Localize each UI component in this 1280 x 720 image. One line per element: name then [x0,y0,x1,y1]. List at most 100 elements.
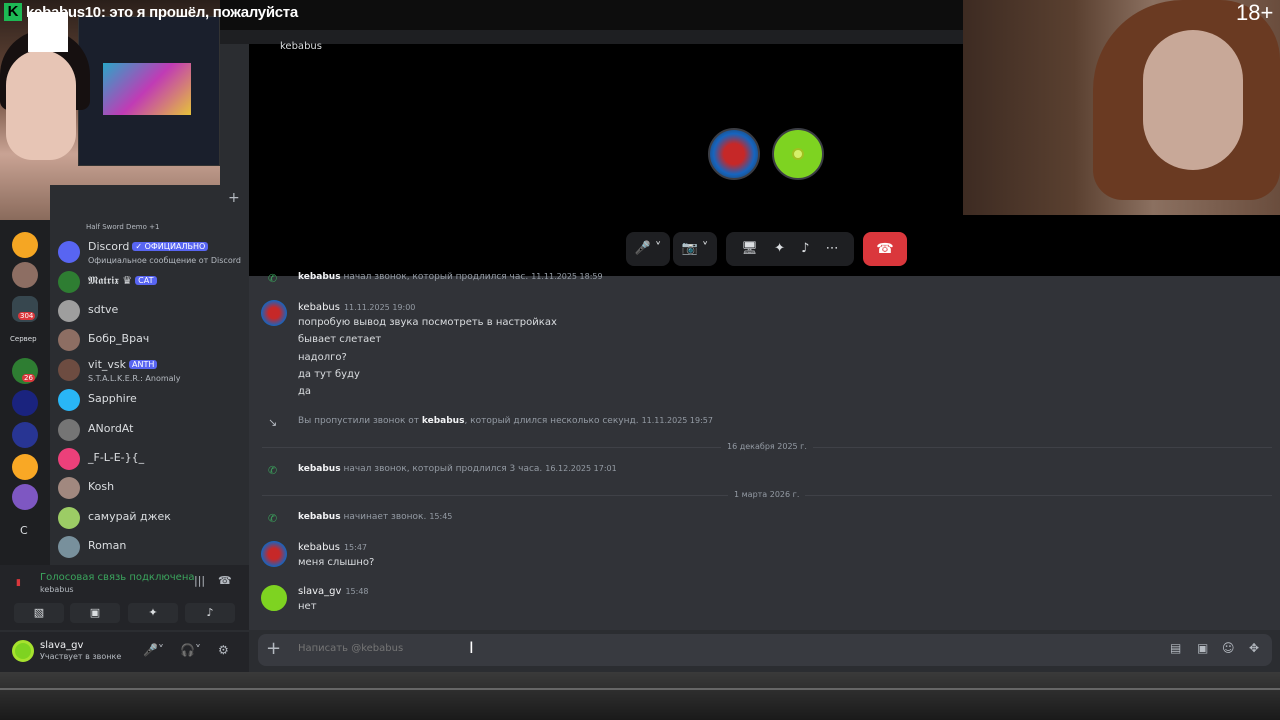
user-status: Участвует в звонке [40,652,122,661]
camera-off-icon: 📷 [681,241,698,256]
noise-suppression-icon[interactable]: ||| [194,574,205,587]
dm-name: Sapphire [88,392,137,405]
sticker-icon[interactable]: ▣ [1197,641,1208,655]
dm-item[interactable]: Kosh [58,475,248,503]
camera-button[interactable]: ▧ [14,603,64,623]
disconnect-icon[interactable]: ☎ [218,574,232,587]
app-title-bar [220,30,963,44]
dm-name: самурай джек [88,510,171,523]
message-avatar[interactable] [261,585,287,611]
chat-area [249,276,1280,630]
participant-avatar-kebabus[interactable] [708,128,760,180]
call-stage [249,44,963,276]
server-folder-label[interactable]: Сервер [10,335,37,343]
hangup-button[interactable]: ☎ [863,232,907,266]
dm-avatar [58,359,80,381]
message-author[interactable]: kebabus 11.11.2025 19:00 [298,302,415,313]
soundboard-icon[interactable]: ♪ [801,241,809,256]
user-name[interactable]: slava_gv [40,640,83,651]
server-letter-icon[interactable]: C [20,524,28,537]
message-line: да тут буду [298,369,360,380]
create-dm-button[interactable]: + [228,190,240,206]
dm-name: Discord ✓ ОФИЦИАЛЬНО [88,240,209,253]
headphones-icon[interactable]: 🎧˅ [180,643,201,657]
activities-button[interactable]: ✦ [128,603,178,623]
gift-icon[interactable]: ▤ [1170,641,1181,655]
server-icon[interactable] [12,454,38,480]
donation-alert-text: kebabus10: это я прошёл, пожалуйста [26,4,298,21]
mute-icon[interactable]: 🎤˅ [143,643,164,657]
message-author[interactable]: slava_gv 15:48 [298,586,369,597]
dm-avatar [58,507,80,529]
dm-item[interactable]: _F-L-E-}{_ [58,446,248,474]
call-icon: ✆ [268,512,278,525]
dm-item[interactable]: самурай джек [58,505,248,533]
voice-status[interactable]: Голосовая связь подключена [40,572,195,583]
dm-name: Roman [88,539,126,552]
dm-item[interactable]: ANordAt [58,417,248,445]
dm-avatar [58,329,80,351]
dm-avatar [58,389,80,411]
participant-avatar-slava[interactable] [772,128,824,180]
dm-avatar [58,448,80,470]
taskbar-divider [0,688,1280,690]
dm-subtitle: S.T.A.L.K.E.R.: Anomaly [88,374,181,383]
dm-name-text: 𝕸𝖆𝖙𝖗𝖎𝖝 ♛ [88,274,133,287]
dm-tag-badge: ANTH [129,360,158,369]
call-icon: ✆ [268,464,278,477]
dm-avatar [58,477,80,499]
dm-item[interactable]: Roman [58,534,248,562]
os-taskbar [0,672,1280,720]
server-badge: 26 [22,374,35,382]
k-logo-icon: K [4,3,22,21]
system-message: kebabus начал звонок, который продлился … [298,272,603,282]
camera-toggle-button[interactable]: 📷 ˅ [673,232,717,266]
screen-share-icon[interactable]: 🖥 [741,241,758,256]
dm-subtitle: Официальное сообщение от Discord [88,256,241,265]
message-line: меня слышно? [298,557,375,568]
message-author[interactable]: kebabus 15:47 [298,542,367,553]
server-icon[interactable] [12,484,38,510]
message-input[interactable] [298,643,798,654]
server-icon[interactable] [12,232,38,258]
dm-name: ANordAt [88,422,133,435]
dm-avatar [58,271,80,293]
more-options-icon[interactable]: ⋯ [826,241,839,256]
server-icon[interactable] [12,262,38,288]
apps-icon[interactable]: ✥ [1249,641,1259,655]
guest-webcam [963,0,1280,215]
dm-item[interactable]: Sapphire [58,387,248,415]
system-message: kebabus начал звонок, который продлился … [298,464,617,474]
call-stage-extension [963,215,1280,276]
soundboard-button[interactable]: ♪ [185,603,235,623]
user-avatar[interactable] [12,640,34,662]
dm-name-text: Roman [88,539,127,552]
dm-avatar [58,300,80,322]
emoji-icon[interactable]: ☺ [1222,641,1235,655]
attach-plus-icon[interactable]: + [266,638,281,659]
dm-item[interactable]: Бобр_Врач [58,327,248,355]
dm-name: sdtve [88,303,118,316]
dm-item[interactable]: Discord ✓ ОФИЦИАЛЬНО Официальное сообщение… [58,239,248,267]
settings-gear-icon[interactable]: ⚙ [218,643,229,657]
message-avatar[interactable] [261,541,287,567]
server-icon[interactable] [12,390,38,416]
mic-toggle-button[interactable]: 🎤 ˅ [626,232,670,266]
microphone-icon: 🎤 [634,241,651,256]
text-cursor-icon: I [469,638,474,657]
age-rating-badge: 18+ [1236,0,1274,25]
server-icon[interactable] [12,422,38,448]
dm-item[interactable]: sdtve [58,298,248,326]
system-message: Вы пропустили звонок от kebabus, который… [298,416,713,426]
message-line: надолго? [298,352,347,363]
hangup-icon: ☎ [876,241,894,257]
screen-share-button[interactable]: ▣ [70,603,120,623]
dm-name-text: Бобр_Врач [88,332,150,345]
message-avatar[interactable] [261,300,287,326]
dm-item[interactable]: vit_vsk ANTH S.T.A.L.K.E.R.: Anomaly [58,357,248,385]
voice-channel-name[interactable]: kebabus [40,585,74,594]
dm-name-text: sdtve [88,303,119,316]
activities-icon[interactable]: ✦ [774,241,785,256]
dm-item[interactable]: 𝕸𝖆𝖙𝖗𝖎𝖝 ♛ CAT [58,269,248,297]
dm-name: vit_vsk ANTH [88,358,158,371]
